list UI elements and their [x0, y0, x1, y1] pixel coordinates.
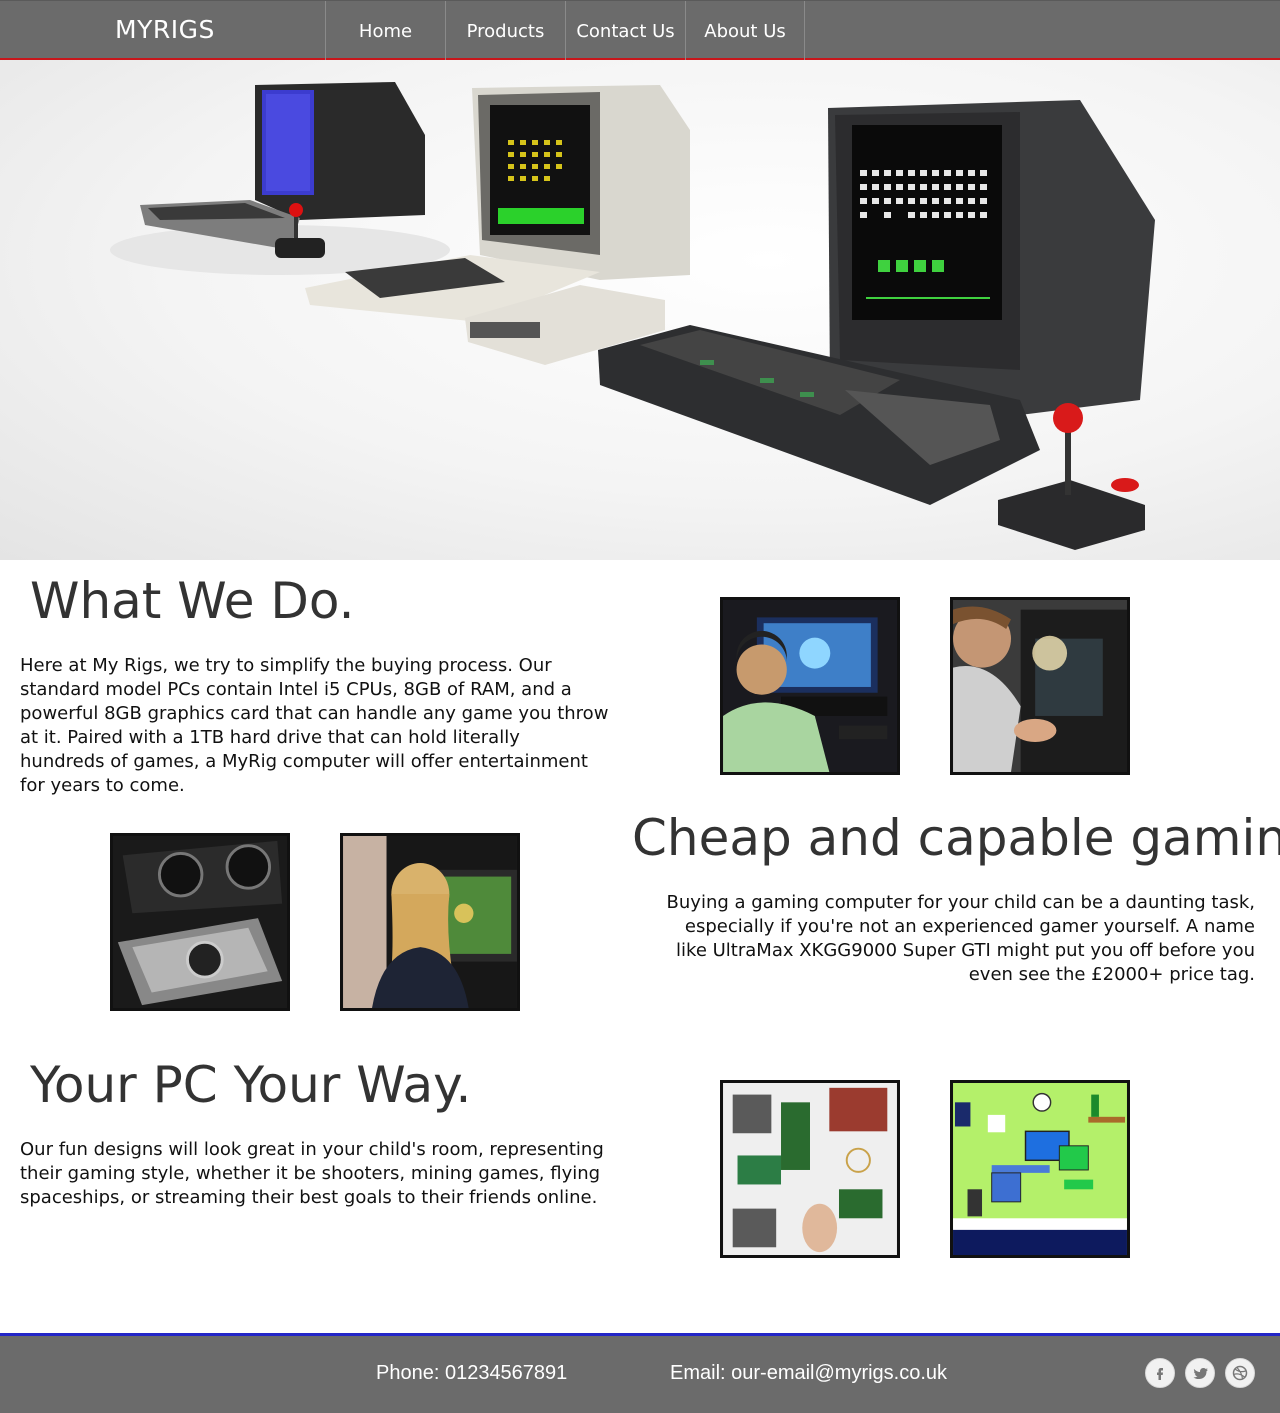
gamer-boy-photo	[720, 597, 900, 775]
footer-phone: Phone: 01234567891	[376, 1362, 568, 1384]
retro-computer-small	[110, 82, 450, 275]
your-pc-text: Our fun designs will look great in your …	[20, 1139, 604, 1208]
cheap-gaming-heading: Cheap and capable gaming.	[632, 809, 1280, 867]
nav-item-about-us[interactable]: About Us	[685, 1, 805, 61]
what-we-do-text: Here at My Rigs, we try to simplify the …	[20, 655, 609, 796]
footer: Phone: 01234567891 Email: our-email@myri…	[0, 1333, 1280, 1413]
pc-components-photo	[720, 1080, 900, 1258]
footer-email[interactable]: Email: our-email@myrigs.co.uk	[670, 1362, 947, 1385]
your-pc-heading: Your PC Your Way.	[30, 1056, 472, 1114]
pc-builder-photo	[950, 597, 1130, 775]
brand-logo[interactable]: MYRIGS	[115, 15, 215, 44]
what-we-do-heading: What We Do.	[30, 572, 355, 630]
dribbble-icon[interactable]	[1225, 1358, 1255, 1388]
top-navigation-bar: MYRIGS Home Products Contact Us About Us	[0, 0, 1280, 61]
nav-item-contact-us[interactable]: Contact Us	[565, 1, 685, 61]
facebook-icon[interactable]	[1145, 1358, 1175, 1388]
gamer-girl-photo	[340, 833, 520, 1011]
graphics-card-photo	[110, 833, 290, 1011]
nav-item-home[interactable]: Home	[325, 1, 445, 61]
gaming-room-illustration	[950, 1080, 1130, 1258]
cheap-gaming-text: Buying a gaming computer for your child …	[666, 892, 1255, 985]
retro-computers-illustration	[110, 82, 1155, 550]
hero-banner-image	[0, 60, 1280, 560]
twitter-icon[interactable]	[1185, 1358, 1215, 1388]
nav-item-products[interactable]: Products	[445, 1, 565, 61]
